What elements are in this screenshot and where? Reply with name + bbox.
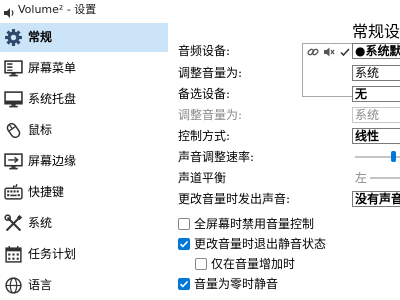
sidebar-item-label: 系统 [28, 216, 53, 230]
gear-icon [4, 28, 23, 47]
globe-icon [4, 276, 23, 295]
screen-menu-icon [4, 59, 23, 78]
sidebar-item-system[interactable]: 系统 [0, 209, 168, 238]
balance-slider[interactable] [370, 177, 400, 179]
sidebar-item-label: 常规 [28, 30, 53, 44]
link-icon[interactable] [307, 46, 319, 58]
sidebar-item-language[interactable]: 语言 [0, 271, 168, 300]
mute-at-zero-option[interactable]: 音量为零时静音 [178, 276, 378, 292]
alternate-adjust-volume-combo[interactable]: 系统 [352, 107, 400, 123]
balance-left-label: 左 [355, 171, 368, 185]
balance-label: 声道平衡 [178, 171, 227, 185]
sidebar-item-label: 鼠标 [28, 123, 53, 137]
audio-device-combo[interactable]: ●系统默认 [352, 43, 400, 59]
sidebar-item-hotkeys[interactable]: 快捷键 [0, 178, 168, 207]
control-mode-combo[interactable]: 线性 [352, 128, 400, 144]
disable-in-fullscreen-option[interactable]: 全屏幕时禁用音量控制 [178, 216, 378, 232]
window-title: Volume² - 设置 [18, 3, 97, 16]
adjust-speed-slider-thumb[interactable] [391, 151, 396, 162]
adjust-volume-label: 调整音量为: [178, 66, 243, 80]
change-sound-combo[interactable]: 没有声音 [352, 191, 400, 207]
sidebar-item-screen-menu[interactable]: 屏幕菜单 [0, 54, 168, 83]
screen-edge-icon [4, 152, 23, 171]
audio-device-label: 音频设备: [178, 44, 231, 58]
system-tray-icon [4, 90, 23, 109]
keyboard-icon [4, 183, 23, 202]
checkbox-label: 更改音量时退出静音状态 [194, 237, 327, 251]
sidebar-item-screen-edge[interactable]: 屏幕边缘 [0, 147, 168, 176]
speaker-mute-icon[interactable] [323, 46, 335, 58]
alternate-device-combo[interactable]: 无 [352, 86, 400, 102]
sidebar-item-general[interactable]: 常规 [0, 23, 168, 52]
calendar-icon [4, 245, 23, 264]
only-on-increase-checkbox[interactable] [195, 258, 207, 270]
sidebar-item-label: 系统托盘 [28, 92, 77, 106]
volume-app-icon [3, 4, 15, 18]
title-bar: Volume² - 设置 [0, 0, 400, 20]
sidebar-item-label: 快捷键 [28, 185, 65, 199]
sidebar-item-label: 屏幕边缘 [28, 154, 77, 168]
alternate-adjust-volume-label: 调整音量为: [178, 108, 243, 122]
check-icon[interactable] [339, 46, 351, 58]
sidebar-item-label: 语言 [28, 278, 53, 292]
adjust-volume-combo[interactable]: 系统 [352, 65, 400, 81]
adjust-speed-label: 声音调整速率: [178, 150, 255, 164]
alternate-device-label: 备选设备: [178, 87, 231, 101]
settings-sidebar: 常规 屏幕菜单 系统托盘 鼠标 屏幕边缘 快捷键 系统 任务计划 语言 [0, 20, 168, 300]
unmute-on-change-checkbox[interactable] [178, 238, 190, 250]
general-settings-panel: 常规设置 音频设备: ●系统默认 调整音量为: 系统 备选设备: 无 调整音量为… [170, 20, 400, 300]
mouse-icon [4, 121, 23, 140]
device-toolbar [302, 43, 352, 97]
sidebar-item-system-tray[interactable]: 系统托盘 [0, 85, 168, 114]
disable-in-fullscreen-checkbox[interactable] [178, 218, 190, 230]
change-sound-label: 更改音量时发出声音: [178, 192, 291, 206]
sidebar-item-mouse[interactable]: 鼠标 [0, 116, 168, 145]
mute-at-zero-checkbox[interactable] [178, 278, 190, 290]
unmute-on-change-option[interactable]: 更改音量时退出静音状态 [178, 236, 378, 252]
checkbox-label: 音量为零时静音 [194, 277, 279, 291]
only-on-increase-option[interactable]: 仅在音量增加时 [195, 256, 395, 272]
sidebar-item-label: 屏幕菜单 [28, 61, 77, 75]
control-mode-label: 控制方式: [178, 129, 231, 143]
checkbox-label: 仅在音量增加时 [211, 257, 296, 271]
page-title: 常规设置 [352, 22, 400, 41]
sidebar-item-scheduler[interactable]: 任务计划 [0, 240, 168, 269]
tools-icon [4, 214, 23, 233]
checkbox-label: 全屏幕时禁用音量控制 [194, 217, 315, 231]
sidebar-item-label: 任务计划 [28, 247, 77, 261]
